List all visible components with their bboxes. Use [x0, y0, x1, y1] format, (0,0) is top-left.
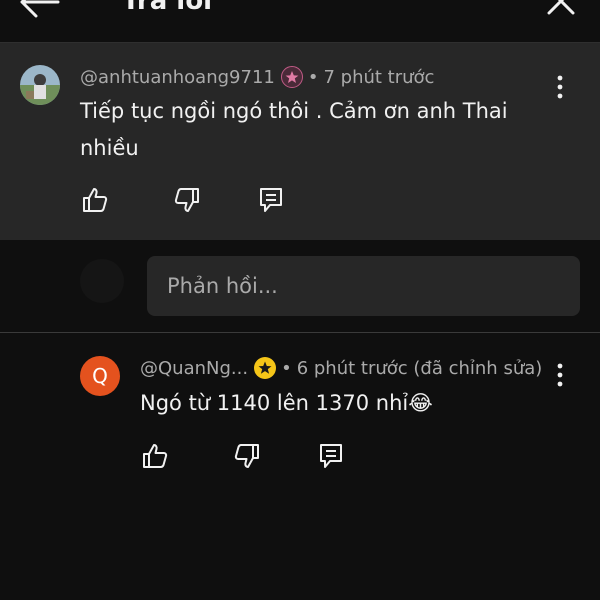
page-title: Trả lời [122, 0, 212, 16]
star-icon [258, 361, 272, 374]
reply-composer [0, 240, 600, 332]
avatar[interactable] [20, 65, 60, 105]
more-vert-icon [557, 75, 563, 99]
back-button[interactable] [18, 0, 62, 20]
reply-button[interactable] [256, 185, 286, 215]
more-options-button[interactable] [550, 73, 570, 101]
dislike-button[interactable] [172, 185, 202, 215]
star-icon [285, 71, 299, 83]
reply-icon [260, 188, 282, 212]
avatar-photo-icon [20, 65, 60, 105]
dislike-icon [174, 188, 199, 212]
separator-dot: • [281, 357, 292, 379]
current-user-avatar [80, 259, 124, 303]
username[interactable]: @QuanNg... [140, 358, 248, 379]
reply-comment: Q @QuanNg... • 6 phút trước (đã chỉnh sử… [0, 333, 600, 600]
more-vert-icon [557, 363, 563, 387]
like-button[interactable] [80, 185, 110, 215]
separator-dot: • [307, 66, 319, 88]
comment-meta: @QuanNg... • 6 phút trước (đã chỉnh sửa) [140, 357, 542, 379]
parent-comment: @anhtuanhoang9711 • 7 phút trước Tiếp tụ… [0, 43, 600, 240]
member-badge [254, 357, 277, 379]
comment-text: Ngó từ 1140 lên 1370 nhỉ😂 [140, 391, 433, 415]
timestamp: 7 phút trước [323, 66, 435, 88]
reply-button[interactable] [316, 441, 346, 471]
dislike-button[interactable] [232, 441, 262, 471]
username[interactable]: @anhtuanhoang9711 [80, 67, 275, 88]
header-bar: Trả lời [0, 0, 600, 42]
comment-text: Tiếp tục ngồi ngó thôi . Cảm ơn anh Thai… [80, 99, 508, 160]
member-badge [280, 66, 303, 88]
replies-panel: Trả lời @anhtuanhoang9711 • 7 phút trước… [0, 0, 600, 600]
back-arrow-icon [20, 0, 60, 18]
like-icon [143, 444, 168, 468]
avatar[interactable]: Q [80, 356, 120, 396]
timestamp: 6 phút trước (đã chỉnh sửa) [296, 357, 543, 379]
reply-icon [320, 444, 342, 468]
dislike-icon [234, 444, 259, 468]
reply-input[interactable] [147, 256, 580, 316]
close-icon [547, 0, 575, 15]
like-icon [83, 188, 108, 212]
like-button[interactable] [140, 441, 170, 471]
more-options-button[interactable] [550, 361, 570, 389]
comment-meta: @anhtuanhoang9711 • 7 phút trước [80, 66, 434, 88]
close-button[interactable] [546, 0, 576, 16]
